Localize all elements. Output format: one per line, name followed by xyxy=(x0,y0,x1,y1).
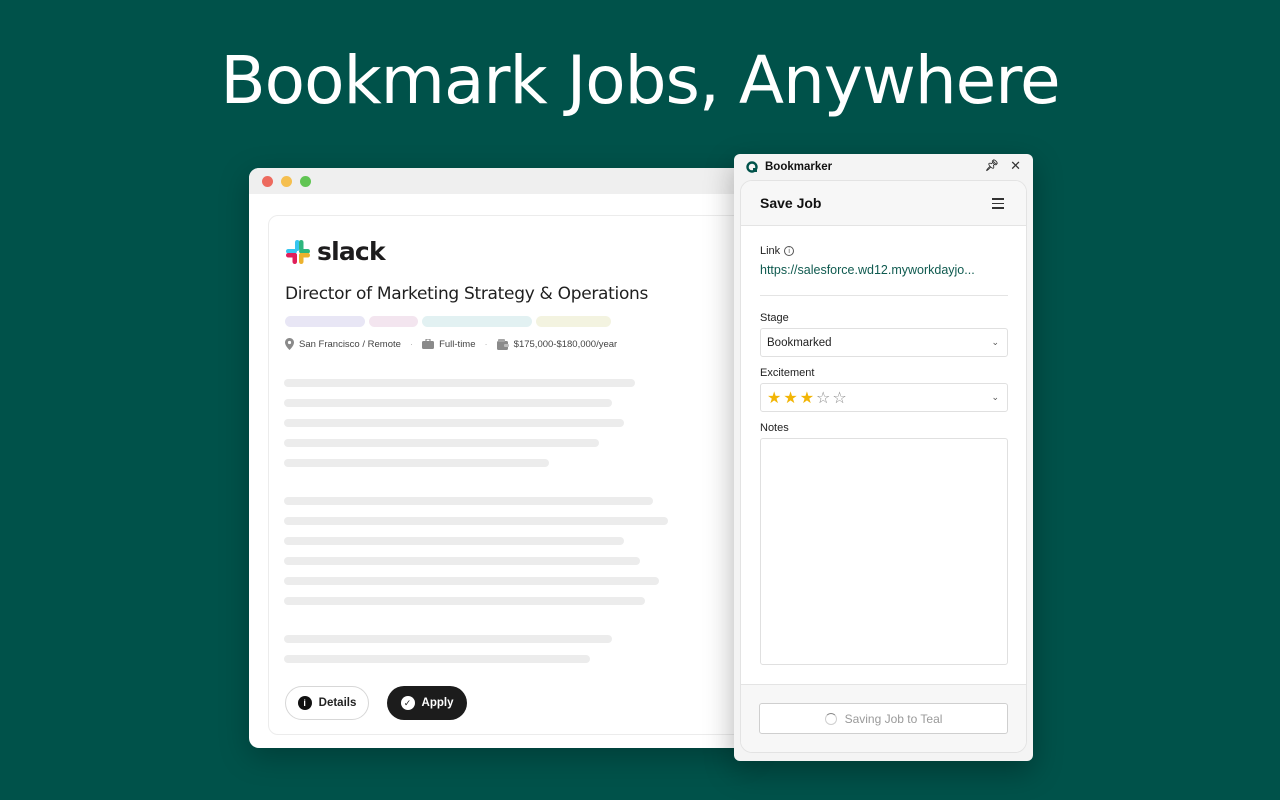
job-title: Director of Marketing Strategy & Operati… xyxy=(285,284,649,304)
description-placeholder xyxy=(284,379,668,675)
job-card: slack Director of Marketing Strategy & O… xyxy=(268,215,749,735)
job-tags xyxy=(285,316,611,327)
stage-value: Bookmarked xyxy=(767,336,832,349)
text-line-placeholder xyxy=(284,537,624,545)
excitement-select[interactable]: ★ ★ ★ ☆ ☆ ⌄ xyxy=(760,383,1008,412)
info-icon: i xyxy=(297,696,312,710)
excitement-label: Excitement xyxy=(760,367,815,379)
close-window-dot[interactable] xyxy=(262,176,273,187)
link-label-text: Link xyxy=(760,245,781,257)
apply-button-label: Apply xyxy=(421,697,454,709)
form-footer: Saving Job to Teal xyxy=(741,684,1026,752)
headline: Bookmark Jobs, Anywhere xyxy=(220,42,1060,119)
wallet-icon xyxy=(496,338,509,350)
stage-label: Stage xyxy=(760,312,789,324)
briefcase-icon xyxy=(422,339,435,349)
chevron-down-icon: ⌄ xyxy=(991,337,999,347)
apply-button[interactable]: ✓ Apply xyxy=(387,686,467,720)
notes-textarea[interactable] xyxy=(760,438,1008,665)
bookmarker-panel: Bookmarker 📌︎ ✕ Save Job Link i https://… xyxy=(734,154,1033,761)
teal-logo-icon xyxy=(746,161,758,173)
form-title: Save Job xyxy=(760,195,822,211)
location-meta: San Francisco / Remote xyxy=(285,338,401,350)
notes-label: Notes xyxy=(760,422,789,434)
minimize-window-dot[interactable] xyxy=(281,176,292,187)
browser-window: slack Director of Marketing Strategy & O… xyxy=(249,168,749,748)
details-button[interactable]: i Details xyxy=(285,686,369,720)
company-logo: slack xyxy=(285,237,386,266)
star-empty-icon[interactable]: ☆ xyxy=(832,388,846,408)
employment-meta: Full-time xyxy=(422,338,476,350)
company-name: slack xyxy=(317,237,386,266)
details-button-label: Details xyxy=(318,697,357,709)
tag-placeholder xyxy=(536,316,611,327)
pin-icon[interactable]: 📌︎ xyxy=(985,159,999,172)
text-line-placeholder xyxy=(284,459,549,467)
tag-placeholder xyxy=(285,316,365,327)
save-job-form: Save Job Link i https://salesforce.wd12.… xyxy=(740,180,1027,753)
employment-text: Full-time xyxy=(439,338,476,350)
form-header: Save Job xyxy=(741,181,1026,226)
browser-titlebar xyxy=(249,168,749,194)
text-line-placeholder xyxy=(284,379,635,387)
close-icon[interactable]: ✕ xyxy=(1010,158,1021,174)
tag-placeholder xyxy=(369,316,418,327)
location-pin-icon xyxy=(285,338,294,350)
text-line-placeholder xyxy=(284,497,653,505)
job-meta: San Francisco / Remote · Full-time · $17… xyxy=(285,338,617,350)
star-empty-icon[interactable]: ☆ xyxy=(816,388,830,408)
slack-icon xyxy=(286,239,310,264)
info-icon[interactable]: i xyxy=(784,246,795,256)
meta-separator: · xyxy=(484,338,488,350)
stage-select[interactable]: Bookmarked ⌄ xyxy=(760,328,1008,357)
meta-separator: · xyxy=(409,338,414,350)
link-label: Link i xyxy=(760,245,795,257)
panel-app-name: Bookmarker xyxy=(765,161,833,173)
salary-text: $175,000-$180,000/year xyxy=(513,338,618,350)
check-circle-icon: ✓ xyxy=(400,696,415,710)
save-job-button[interactable]: Saving Job to Teal xyxy=(759,703,1008,734)
text-line-placeholder xyxy=(284,517,668,525)
hamburger-menu-icon[interactable] xyxy=(992,198,1004,212)
job-link[interactable]: https://salesforce.wd12.myworkdayjo... xyxy=(760,263,1008,277)
save-button-label: Saving Job to Teal xyxy=(844,711,943,726)
chevron-down-icon: ⌄ xyxy=(991,392,999,402)
location-text: San Francisco / Remote xyxy=(299,338,401,350)
panel-titlebar: Bookmarker 📌︎ ✕ xyxy=(734,154,1033,180)
text-line-placeholder xyxy=(284,597,645,605)
star-filled-icon[interactable]: ★ xyxy=(767,388,781,408)
text-line-placeholder xyxy=(284,399,612,407)
text-line-placeholder xyxy=(284,577,659,585)
salary-meta: $175,000-$180,000/year xyxy=(496,338,618,350)
tag-placeholder xyxy=(422,316,532,327)
text-line-placeholder xyxy=(284,557,640,565)
maximize-window-dot[interactable] xyxy=(300,176,311,187)
panel-brand: Bookmarker xyxy=(746,161,832,173)
divider xyxy=(760,295,1008,296)
text-line-placeholder xyxy=(284,635,612,643)
text-line-placeholder xyxy=(284,419,624,427)
star-rating[interactable]: ★ ★ ★ ☆ ☆ xyxy=(767,388,847,408)
star-filled-icon[interactable]: ★ xyxy=(783,388,797,408)
spinner-icon xyxy=(824,712,837,725)
text-line-placeholder xyxy=(284,439,599,447)
star-filled-icon[interactable]: ★ xyxy=(800,388,814,408)
text-line-placeholder xyxy=(284,655,590,663)
